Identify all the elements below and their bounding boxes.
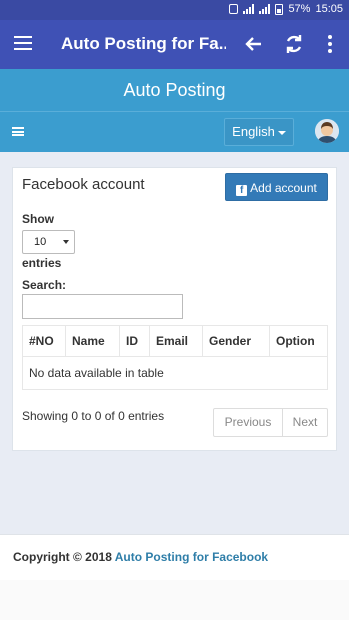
footer-link[interactable]: Auto Posting for Facebook [115, 550, 268, 564]
status-bar: 57% 15:05 [0, 0, 349, 20]
entries-select[interactable]: 10 [22, 230, 75, 254]
column-header-gender[interactable]: Gender [202, 325, 270, 357]
copyright-text: Copyright © 2018 [13, 550, 112, 564]
signal-icon [243, 4, 255, 14]
facebook-icon: f [236, 185, 248, 196]
site-navbar: English [0, 111, 349, 152]
panel-title: Facebook account [22, 176, 145, 193]
facebook-account-panel: Facebook account f Add account Show 10 en… [12, 167, 337, 451]
search-label: Search: [22, 278, 67, 292]
column-header-option[interactable]: Option [269, 325, 328, 357]
accounts-table: #NO Name ID Email Gender Option No data … [22, 325, 328, 390]
back-arrow-icon[interactable] [242, 32, 266, 56]
entries-label: entries [22, 256, 62, 270]
table-row: No data available in table [22, 356, 328, 390]
empty-table-message: No data available in table [22, 356, 328, 390]
table-info: Showing 0 to 0 of 0 entries [22, 409, 165, 423]
site-banner: Auto Posting [0, 69, 349, 111]
select-arrow-icon [63, 240, 69, 244]
menu-icon[interactable] [14, 36, 32, 50]
column-header-no[interactable]: #NO [22, 325, 66, 357]
language-label: English [232, 124, 275, 139]
search-input[interactable] [22, 294, 183, 319]
column-header-email[interactable]: Email [149, 325, 203, 357]
show-label: Show [22, 212, 54, 226]
bottom-spacer [0, 580, 349, 620]
avatar[interactable] [315, 119, 339, 143]
battery-icon [275, 3, 284, 15]
clock: 15:05 [315, 3, 343, 15]
battery-level: 57% [288, 3, 311, 15]
caret-down-icon [277, 130, 286, 135]
language-dropdown[interactable]: English [224, 118, 294, 146]
app-title: Auto Posting for Fa... [61, 34, 226, 53]
sim-icon [229, 4, 239, 14]
next-button[interactable]: Next [283, 408, 328, 437]
entries-select-value: 10 [34, 236, 47, 248]
app-bar: Auto Posting for Fa... [0, 20, 349, 69]
add-account-label: Add account [250, 181, 317, 195]
previous-button[interactable]: Previous [213, 408, 283, 437]
add-account-button[interactable]: f Add account [225, 173, 328, 201]
table-header-row: #NO Name ID Email Gender Option [22, 325, 328, 357]
nav-toggle-icon[interactable] [12, 127, 24, 136]
refresh-icon[interactable] [282, 32, 306, 56]
column-header-name[interactable]: Name [65, 325, 120, 357]
signal-icon-2 [259, 4, 271, 14]
footer: Copyright © 2018 Auto Posting for Facebo… [0, 534, 349, 580]
pagination: Previous Next [213, 408, 328, 437]
more-vert-icon[interactable] [318, 32, 342, 56]
column-header-id[interactable]: ID [119, 325, 150, 357]
